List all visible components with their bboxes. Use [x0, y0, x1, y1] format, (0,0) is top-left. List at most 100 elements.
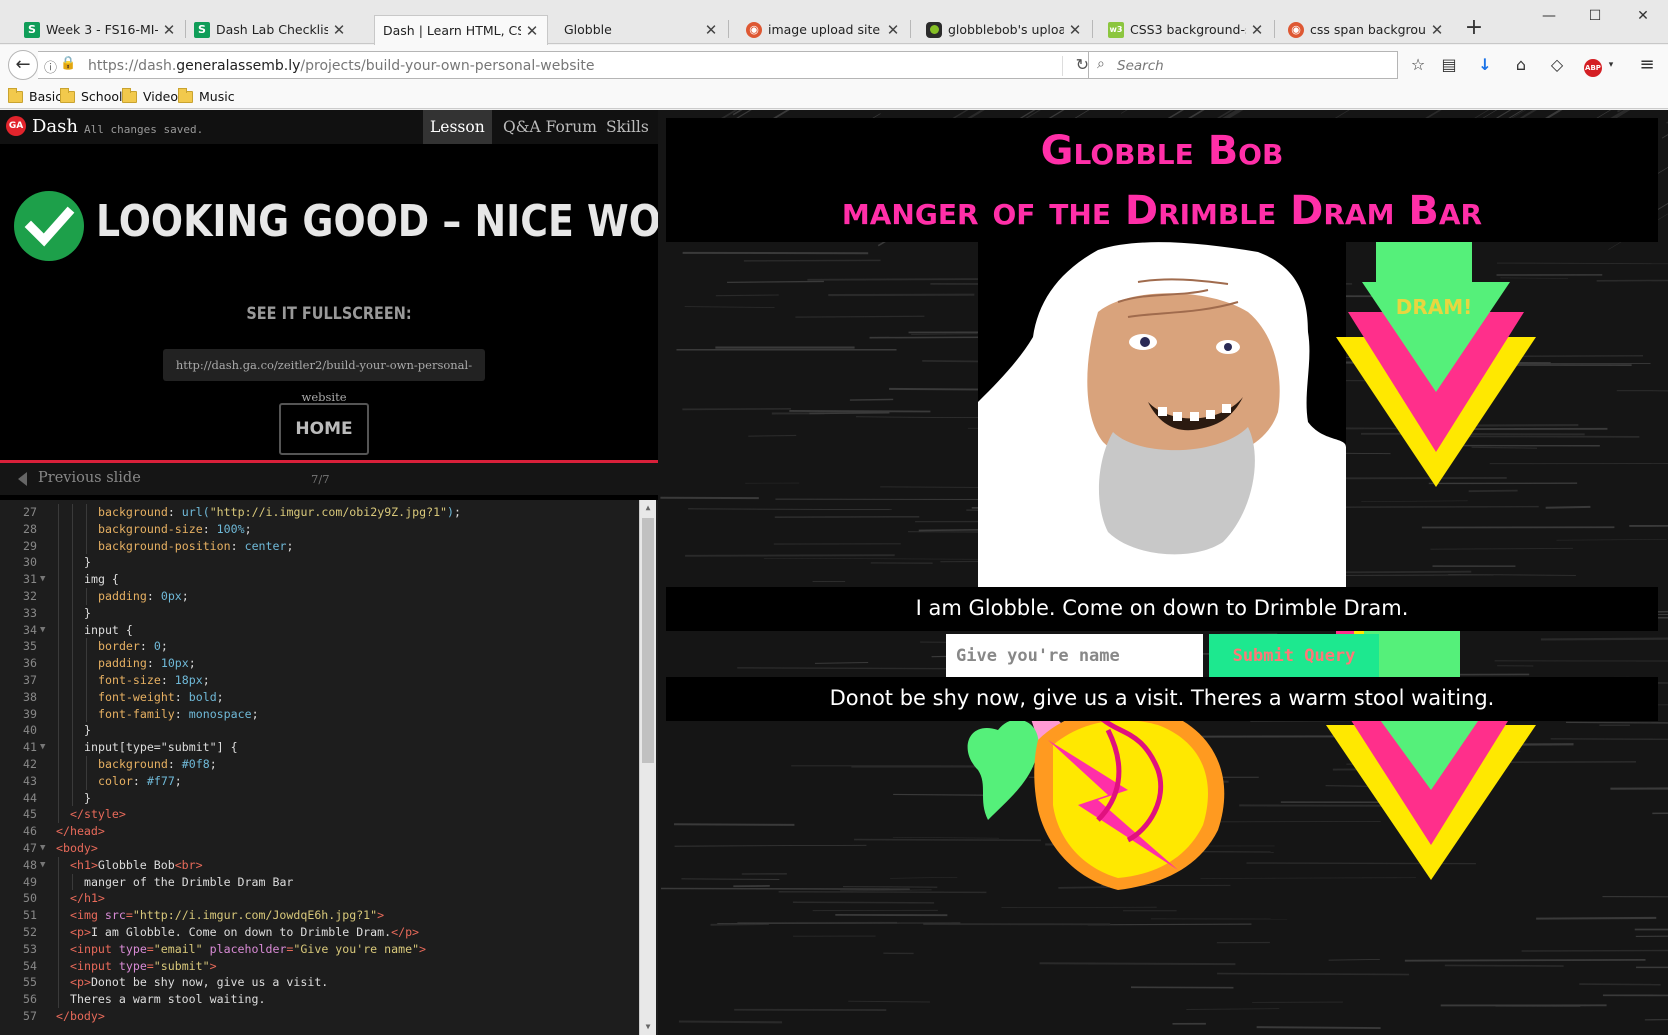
scrollbar-thumb[interactable] — [642, 518, 654, 763]
code-line[interactable]: <body> — [56, 840, 98, 857]
nav-lesson[interactable]: Lesson — [423, 110, 492, 144]
bookmark-label: School — [81, 89, 123, 104]
code-line[interactable]: <p>Donot be shy now, give us a visit. — [70, 974, 328, 991]
close-tab-icon[interactable]: ✕ — [1430, 21, 1444, 39]
fold-arrow-icon[interactable]: ▼ — [40, 571, 45, 588]
tab-week3[interactable]: S Week 3 - FS16-MI-3... ✕ — [16, 15, 184, 44]
pocket-icon[interactable]: ◇ — [1546, 55, 1568, 77]
code-line[interactable]: <input type="email" placeholder="Give yo… — [70, 941, 426, 958]
code-line[interactable]: } — [84, 790, 91, 807]
code-line[interactable]: } — [84, 605, 91, 622]
menu-icon[interactable]: ≡ — [1636, 55, 1658, 77]
code-line[interactable]: </body> — [56, 1008, 105, 1025]
address-bar[interactable]: ⓘ 🔒 https://dash.generalassemb.ly/projec… — [38, 51, 1098, 79]
code-line[interactable]: input { — [84, 622, 133, 639]
code-line[interactable]: background-size: 100%; — [98, 521, 252, 538]
home-button[interactable]: HOME — [279, 403, 369, 455]
dash-brand[interactable]: Dash — [32, 116, 78, 137]
editor-scrollbar[interactable]: ▲ ▼ — [639, 500, 656, 1035]
code-line[interactable]: font-weight: bold; — [98, 689, 224, 706]
minimize-button[interactable]: — — [1526, 4, 1572, 28]
back-button[interactable]: ← — [8, 50, 38, 80]
tab-globblebob-uploads[interactable]: globblebob's uploa... ✕ — [918, 15, 1090, 44]
reload-icon[interactable]: ↻ — [1076, 55, 1089, 74]
close-tab-icon[interactable]: ✕ — [704, 21, 718, 39]
close-window-button[interactable]: ✕ — [1620, 4, 1666, 28]
bookmark-folder-basic[interactable]: Basic — [8, 87, 62, 104]
bookmark-folder-school[interactable]: School — [60, 87, 123, 104]
line-number: 37 — [23, 673, 37, 687]
previous-slide-link[interactable]: Previous slide — [38, 470, 141, 486]
indent-guide — [72, 789, 73, 807]
line-number: 56 — [23, 992, 37, 1007]
fold-arrow-icon[interactable]: ▼ — [40, 840, 45, 857]
code-editor[interactable]: 27 28 29 30 31 ▼ 32 33 34 ▼ 35 36 37 38 39 40 41 ▼ 42 43 44 4… — [0, 500, 658, 1035]
reading-list-icon[interactable]: ▤ — [1438, 55, 1460, 77]
code-line[interactable]: padding: 10px; — [98, 655, 196, 672]
tab-css3-background[interactable]: w3 CSS3 background-si... ✕ — [1100, 15, 1272, 44]
nav-qa-forum[interactable]: Q&A Forum — [496, 110, 604, 144]
dash-top-bar: GA Dash All changes saved. Lesson Q&A Fo… — [0, 110, 658, 144]
fullscreen-url[interactable]: http://dash.ga.co/zeitler2/build-your-ow… — [163, 349, 485, 404]
submit-query-button[interactable]: Submit Query — [1209, 634, 1379, 677]
code-line[interactable]: padding: 0px; — [98, 588, 189, 605]
indent-guide — [58, 806, 59, 824]
scroll-up-icon[interactable]: ▲ — [640, 500, 656, 516]
tab-dash-learn[interactable]: Dash | Learn HTML, CSS,... ✕ — [374, 15, 548, 45]
scroll-down-icon[interactable]: ▼ — [640, 1019, 656, 1035]
code-line[interactable]: Theres a warm stool waiting. — [70, 991, 265, 1008]
bookmark-star-icon[interactable]: ☆ — [1407, 55, 1429, 77]
tab-dash-checklist[interactable]: S Dash Lab Checklist -... ✕ — [186, 15, 354, 44]
code-line[interactable]: } — [84, 722, 91, 739]
tab-css-span[interactable]: ◉ css span backgroun... ✕ — [1280, 15, 1452, 44]
code-line[interactable]: background: url("http://i.imgur.com/obi2… — [98, 504, 461, 521]
fold-arrow-icon[interactable]: ▼ — [40, 857, 45, 874]
code-line[interactable]: </head> — [56, 823, 105, 840]
close-tab-icon[interactable]: ✕ — [332, 21, 346, 39]
code-line[interactable]: input[type="submit"] { — [84, 739, 238, 756]
line-number: 45 — [23, 807, 37, 822]
line-number: 50 — [23, 891, 37, 906]
code-line[interactable]: <h1>Globble Bob<br> — [70, 857, 203, 874]
close-tab-icon[interactable]: ✕ — [886, 21, 900, 39]
mixed-content-lock-icon[interactable]: 🔒 — [60, 56, 76, 71]
home-icon[interactable]: ⌂ — [1510, 55, 1532, 77]
tab-globble[interactable]: Globble ✕ — [556, 15, 726, 44]
new-tab-button[interactable]: + — [1463, 17, 1485, 40]
code-line[interactable]: manger of the Drimble Dram Bar — [84, 874, 293, 891]
url-text: https://dash.generalassemb.ly/projects/b… — [88, 58, 595, 74]
code-line[interactable]: color: #f77; — [98, 773, 182, 790]
fold-arrow-icon[interactable]: ▼ — [40, 622, 45, 639]
code-line[interactable]: <p>I am Globble. Come on down to Drimble… — [70, 924, 419, 941]
indent-guide — [72, 756, 73, 773]
ga-logo[interactable]: GA — [6, 116, 26, 136]
close-tab-icon[interactable]: ✕ — [1250, 21, 1264, 39]
line-number: 51 — [23, 908, 37, 923]
fold-arrow-icon[interactable]: ▼ — [40, 739, 45, 756]
code-line[interactable]: background: #0f8; — [98, 756, 217, 773]
previous-arrow-icon[interactable] — [18, 472, 27, 486]
bookmark-folder-video[interactable]: Video — [122, 87, 178, 104]
nav-skills[interactable]: Skills — [599, 110, 656, 144]
code-line[interactable]: </h1> — [70, 890, 105, 907]
bookmark-folder-music[interactable]: Music — [178, 87, 235, 104]
info-icon[interactable]: ⓘ — [44, 57, 57, 76]
code-line[interactable]: </style> — [70, 806, 126, 823]
close-tab-icon[interactable]: ✕ — [525, 22, 539, 40]
close-tab-icon[interactable]: ✕ — [162, 21, 176, 39]
adblock-dropdown-icon[interactable]: ▾ — [1600, 55, 1622, 77]
code-line[interactable]: background-position: center; — [98, 538, 293, 555]
code-line[interactable]: border: 0; — [98, 638, 168, 655]
maximize-button[interactable]: ☐ — [1572, 4, 1618, 28]
name-email-input[interactable] — [946, 634, 1203, 677]
search-bar[interactable]: ⌕ Search — [1088, 51, 1398, 79]
code-line[interactable]: font-family: monospace; — [98, 706, 259, 723]
code-line[interactable]: <input type="submit"> — [70, 958, 217, 975]
downloads-icon[interactable]: ↓ — [1474, 55, 1496, 77]
tab-image-upload[interactable]: ◉ image upload site at... ✕ — [738, 15, 908, 44]
code-line[interactable]: img { — [84, 571, 119, 588]
code-line[interactable]: font-size: 18px; — [98, 672, 210, 689]
code-line[interactable]: <img src="http://i.imgur.com/JowdqE6h.jp… — [70, 907, 384, 924]
code-line[interactable]: } — [84, 554, 91, 571]
close-tab-icon[interactable]: ✕ — [1068, 21, 1082, 39]
